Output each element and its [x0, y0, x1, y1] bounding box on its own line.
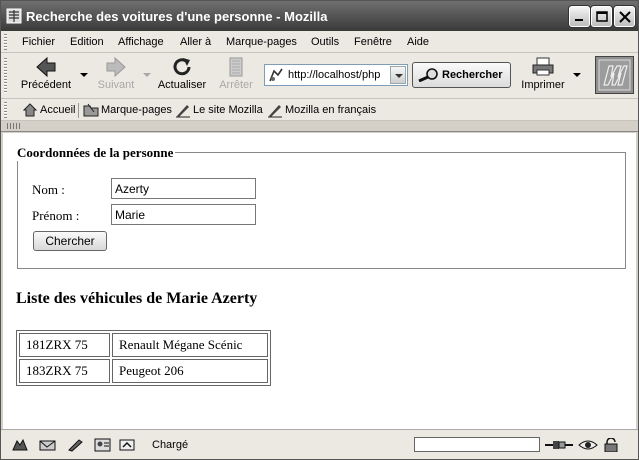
- menu-bar: Fichier Edition Affichage Aller à Marque…: [1, 31, 638, 53]
- table-row: 183ZRX 75 Peugeot 206: [19, 359, 268, 383]
- address-book-icon[interactable]: [94, 438, 112, 452]
- menu-marque-pages[interactable]: Marque-pages: [226, 36, 297, 48]
- minimize-icon: [575, 19, 583, 21]
- mail-icon[interactable]: [39, 438, 57, 452]
- online-status-icon[interactable]: [544, 438, 574, 452]
- bookmark-accueil-label: Accueil: [40, 104, 76, 116]
- menu-affichage[interactable]: Affichage: [118, 36, 164, 48]
- minimize-button[interactable]: [569, 6, 590, 27]
- maximize-icon: [596, 11, 608, 22]
- close-icon: [619, 11, 631, 23]
- navigator-icon[interactable]: [11, 438, 29, 452]
- toolbar-grip[interactable]: [4, 34, 7, 50]
- bookmark-page-icon: [268, 105, 282, 118]
- privacy-eye-icon[interactable]: [578, 438, 598, 452]
- status-text: Chargé: [152, 439, 189, 451]
- security-lock-icon[interactable]: [603, 438, 619, 452]
- nom-input[interactable]: [111, 178, 256, 199]
- menu-aide[interactable]: Aide: [407, 36, 429, 48]
- status-bar: Chargé: [1, 429, 638, 459]
- model-cell: Peugeot 206: [112, 359, 268, 383]
- tab-grip[interactable]: [7, 123, 21, 129]
- chat-icon[interactable]: [119, 438, 137, 452]
- url-text[interactable]: http://localhost/php: [288, 69, 388, 81]
- person-fieldset: [17, 152, 626, 269]
- search-label: Rechercher: [442, 69, 503, 81]
- prenom-input[interactable]: [111, 204, 256, 225]
- back-button[interactable]: Précédent: [17, 56, 75, 96]
- maximize-button[interactable]: [591, 6, 612, 27]
- stop-button[interactable]: Arrêter: [216, 56, 256, 96]
- back-label: Précédent: [20, 79, 72, 91]
- prenom-label: Prénom :: [32, 208, 80, 223]
- progress-meter: [414, 437, 540, 452]
- print-label: Imprimer: [521, 79, 565, 91]
- toolbar-grip[interactable]: [4, 58, 7, 94]
- plate-cell: 181ZRX 75: [19, 333, 110, 357]
- plate-cell: 183ZRX 75: [19, 359, 110, 383]
- reload-icon: [173, 58, 191, 76]
- browser-window: Recherche des voitures d'une personne - …: [0, 0, 639, 460]
- menu-fenetre[interactable]: Fenêtre: [354, 36, 392, 48]
- bookmark-mozilla-francais-label: Mozilla en français: [285, 104, 377, 116]
- composer-icon[interactable]: [67, 438, 85, 452]
- page-content: Coordonnées de la personne Nom : Prénom …: [3, 133, 636, 429]
- reload-button[interactable]: Actualiser: [156, 56, 208, 96]
- reload-label: Actualiser: [157, 79, 207, 91]
- url-dropdown-button[interactable]: [390, 66, 406, 84]
- menu-fichier[interactable]: Fichier: [22, 36, 55, 48]
- bookmark-page-icon: [176, 105, 190, 118]
- model-cell: Renault Mégane Scénic: [112, 333, 268, 357]
- print-dropdown-arrow[interactable]: [573, 73, 581, 77]
- page-favicon-icon: [269, 68, 283, 82]
- chercher-button[interactable]: Chercher: [33, 231, 107, 251]
- stop-icon: [229, 57, 243, 77]
- printer-icon: [532, 57, 554, 76]
- search-magnifier-icon: [418, 68, 438, 82]
- bookmark-site-mozilla-label: Le site Mozilla: [193, 104, 263, 116]
- close-button[interactable]: [614, 6, 635, 27]
- navigation-toolbar: Précédent Suivant Actualiser Arrêter htt…: [1, 53, 638, 99]
- bookmark-marque-pages-label: Marque-pages: [101, 104, 172, 116]
- forward-label: Suivant: [97, 79, 135, 91]
- toolbar-grip[interactable]: [4, 102, 7, 118]
- mozilla-m-logo: [598, 59, 631, 91]
- stop-label: Arrêter: [219, 79, 253, 91]
- mozilla-app-icon: [6, 8, 22, 24]
- bookmarks-toolbar: Accueil Marque-pages Le site Mozilla Moz…: [1, 99, 638, 121]
- results-heading: Liste des véhicules de Marie Azerty: [16, 290, 258, 307]
- bookmarks-folder-icon: [83, 103, 99, 117]
- home-icon: [22, 103, 38, 117]
- title-bar: Recherche des voitures d'une personne - …: [1, 1, 638, 31]
- search-button[interactable]: Rechercher: [412, 62, 511, 88]
- print-button[interactable]: Imprimer: [520, 56, 566, 96]
- back-dropdown-arrow[interactable]: [80, 73, 88, 77]
- url-bar[interactable]: http://localhost/php: [264, 64, 408, 86]
- table-row: 181ZRX 75 Renault Mégane Scénic: [19, 333, 268, 357]
- back-arrow-icon: [36, 56, 56, 78]
- mozilla-throbber[interactable]: [595, 56, 634, 94]
- forward-arrow-icon: [106, 56, 126, 78]
- bookmark-separator: [78, 103, 79, 118]
- menu-edition[interactable]: Edition: [70, 36, 104, 48]
- menu-outils[interactable]: Outils: [311, 36, 339, 48]
- menu-aller-a[interactable]: Aller à: [180, 36, 211, 48]
- fieldset-legend: Coordonnées de la personne: [15, 145, 176, 161]
- forward-dropdown-arrow[interactable]: [143, 73, 151, 77]
- forward-button[interactable]: Suivant: [93, 56, 139, 96]
- window-title: Recherche des voitures d'une personne - …: [26, 9, 328, 24]
- vehicles-table: 181ZRX 75 Renault Mégane Scénic 183ZRX 7…: [16, 330, 271, 386]
- tab-strip: [1, 121, 638, 132]
- nom-label: Nom :: [32, 182, 65, 197]
